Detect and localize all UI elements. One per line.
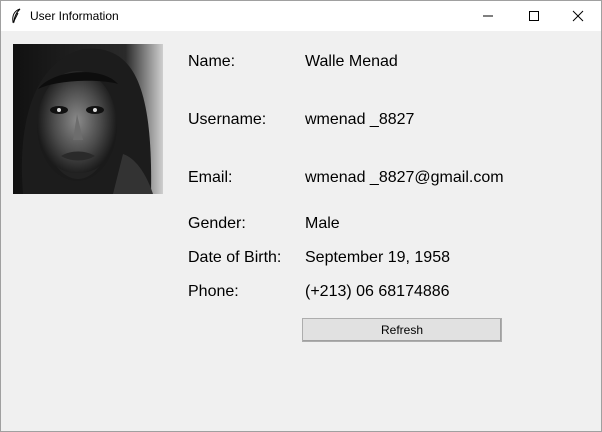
minimize-icon [483, 15, 493, 17]
email-value: wmenad _8827@gmail.com [305, 169, 504, 186]
dob-label: Date of Birth: [188, 249, 282, 266]
name-label: Name: [188, 53, 236, 70]
phone-label: Phone: [188, 283, 239, 300]
email-label: Email: [188, 169, 233, 186]
maximize-button[interactable] [511, 1, 557, 31]
name-value: Walle Menad [305, 53, 398, 70]
close-icon [572, 10, 584, 22]
refresh-button[interactable]: Refresh [302, 318, 502, 342]
user-photo [13, 44, 163, 194]
window-title: User Information [30, 9, 119, 23]
phone-value: (+213) 06 68174886 [305, 283, 450, 300]
close-button[interactable] [555, 1, 601, 31]
gender-label: Gender: [188, 215, 246, 232]
minimize-button[interactable] [465, 1, 511, 31]
username-value: wmenad _8827 [305, 111, 415, 128]
title-bar[interactable]: User Information [1, 1, 601, 31]
maximize-icon [529, 11, 539, 21]
dob-value: September 19, 1958 [305, 249, 450, 266]
username-label: Username: [188, 111, 267, 128]
app-window: User Information Name: Walle Menad Usern… [0, 0, 602, 432]
feather-icon [9, 8, 23, 24]
gender-value: Male [305, 215, 340, 232]
